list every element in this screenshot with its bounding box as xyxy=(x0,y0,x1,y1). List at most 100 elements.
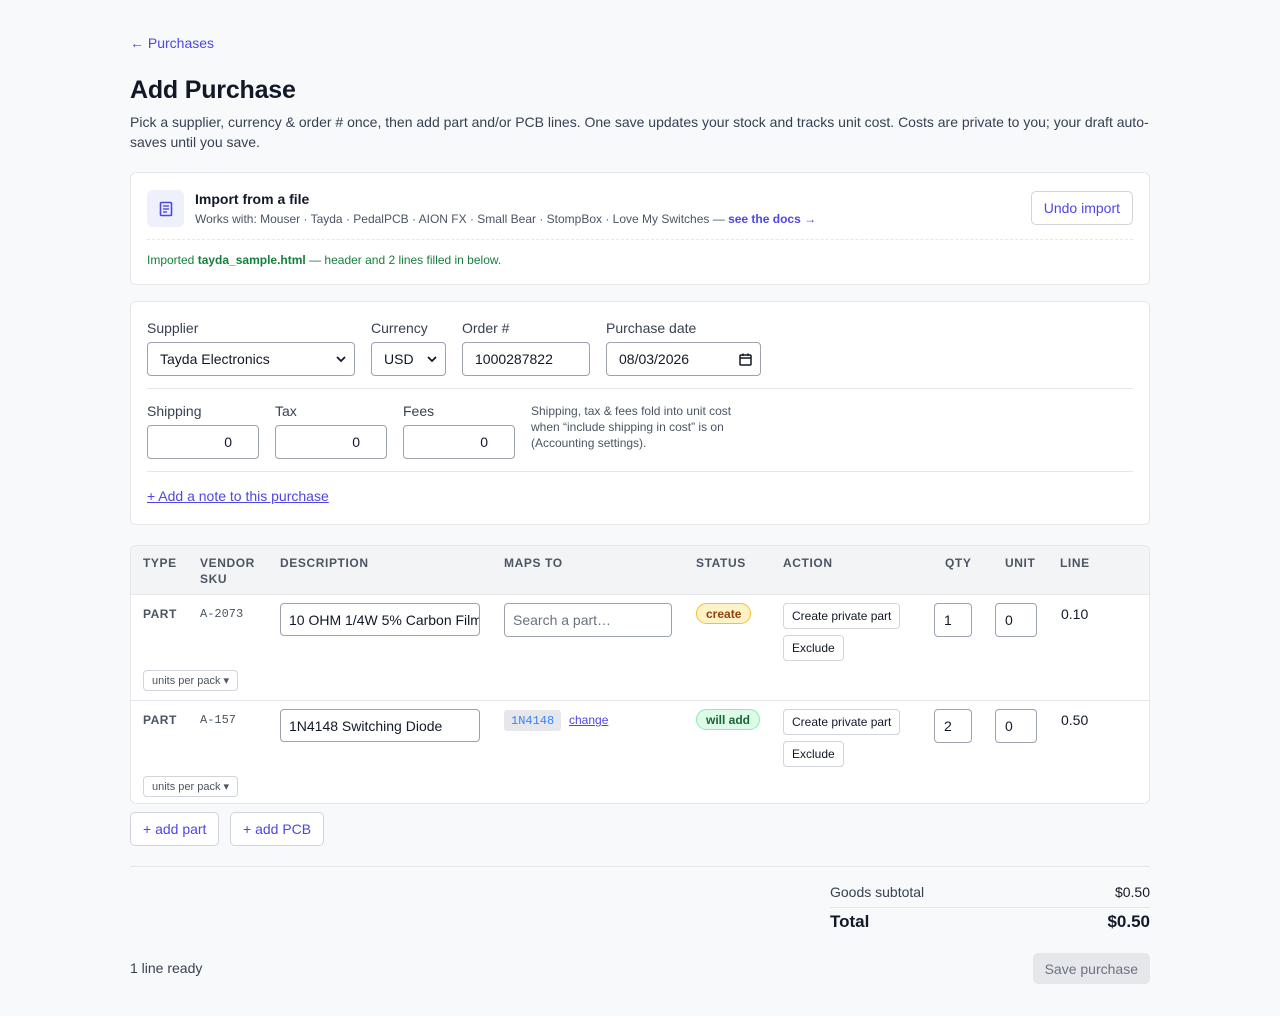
add-note-link[interactable]: + Add a note to this purchase xyxy=(147,488,329,504)
page-intro: Pick a supplier, currency & order # once… xyxy=(130,114,1149,150)
total-row: Total $0.50 xyxy=(830,912,1150,932)
purchase-header-form: Supplier Tayda Electronics Currency USD … xyxy=(130,301,1150,525)
qty-input[interactable]: 1 xyxy=(934,603,972,637)
goods-subtotal-row: Goods subtotal $0.50 xyxy=(830,884,1150,900)
save-purchase-button[interactable]: Save purchase xyxy=(1032,953,1150,984)
fees-label: Fees xyxy=(403,403,435,419)
units-per-pack-toggle[interactable]: units per pack ▾ xyxy=(143,670,239,691)
description-input[interactable]: 1N4148 Switching Diode xyxy=(280,709,480,742)
supplier-select[interactable]: Tayda Electronics xyxy=(147,342,355,376)
result-suffix: — header and 2 lines filled in below. xyxy=(305,253,502,267)
table-row: PART A-157 1N4148 Switching Diode 1N4148… xyxy=(131,700,1149,803)
column-type: TYPE xyxy=(143,556,177,570)
add-pcb-button[interactable]: + add PCB xyxy=(230,812,325,846)
imported-file-name: tayda_sample.html xyxy=(197,253,306,267)
import-title: Import from a file xyxy=(195,191,310,207)
qty-value: 1 xyxy=(944,612,952,628)
divider xyxy=(130,866,1150,867)
status-badge: create xyxy=(696,603,752,624)
import-works-with: Works with: Mouser · Tayda · PedalPCB · … xyxy=(195,212,816,226)
description-value: 1N4148 Switching Diode xyxy=(289,717,443,734)
line-type: PART xyxy=(143,607,177,621)
create-private-part-button[interactable]: Create private part xyxy=(783,603,901,629)
subtotal-value: $0.50 xyxy=(1114,884,1150,900)
exclude-button[interactable]: Exclude xyxy=(783,741,844,767)
subtotal-label: Goods subtotal xyxy=(830,884,925,900)
tax-value: 0 xyxy=(352,434,360,450)
column-action: ACTION xyxy=(783,556,833,570)
qty-value: 2 xyxy=(944,718,952,734)
shipping-input[interactable]: 0 xyxy=(147,425,259,459)
column-unit: UNIT xyxy=(1005,556,1036,570)
create-private-part-button[interactable]: Create private part xyxy=(783,709,901,735)
divider xyxy=(147,471,1133,472)
unit-cost-input[interactable]: 0 xyxy=(995,603,1037,637)
order-number-value: 1000287822 xyxy=(475,351,553,367)
change-mapping-link[interactable]: change xyxy=(569,713,608,727)
chevron-down-icon xyxy=(336,356,346,363)
docs-link[interactable]: see the docs → xyxy=(728,212,816,226)
tax-label: Tax xyxy=(275,403,297,419)
currency-label: Currency xyxy=(371,320,428,336)
undo-import-button[interactable]: Undo import xyxy=(1030,191,1133,225)
column-description: DESCRIPTION xyxy=(280,556,369,570)
part-search-input[interactable]: Search a part… xyxy=(504,603,672,637)
line-type: PART xyxy=(143,713,177,727)
unit-cost-input[interactable]: 0 xyxy=(995,709,1037,743)
result-prefix: Imported xyxy=(147,253,198,267)
currency-value: USD xyxy=(384,351,414,367)
fees-value: 0 xyxy=(480,434,488,450)
back-link[interactable]: ← Purchases xyxy=(130,35,214,51)
total-value: $0.50 xyxy=(1107,912,1150,931)
calendar-icon[interactable] xyxy=(739,353,752,366)
vendor-sku: A-2073 xyxy=(200,607,244,621)
currency-select[interactable]: USD xyxy=(371,342,446,376)
date-label: Purchase date xyxy=(606,320,697,336)
import-card: Import from a file Works with: Mouser · … xyxy=(130,172,1150,285)
works-with-text: Works with: Mouser · Tayda · PedalPCB · … xyxy=(195,212,729,226)
shipping-value: 0 xyxy=(224,434,232,450)
line-total: 0.10 xyxy=(1061,606,1089,622)
add-part-button[interactable]: + add part xyxy=(130,812,220,846)
page: ← Purchases Add Purchase Pick a supplier… xyxy=(0,0,1280,1016)
ready-status: 1 line ready xyxy=(130,960,203,976)
exclude-button[interactable]: Exclude xyxy=(783,635,844,661)
part-search-placeholder: Search a part… xyxy=(513,612,612,628)
table-row: PART A-2073 10 OHM 1/4W 5% Carbon Film S… xyxy=(131,595,1149,700)
table-header: TYPE VENDOR SKU DESCRIPTION MAPS TO STAT… xyxy=(131,546,1149,595)
tax-input[interactable]: 0 xyxy=(275,425,387,459)
chevron-down-icon xyxy=(427,356,437,363)
column-status: STATUS xyxy=(696,556,746,570)
purchase-lines-table: TYPE VENDOR SKU DESCRIPTION MAPS TO STAT… xyxy=(130,545,1150,804)
column-qty: QTY xyxy=(945,556,972,570)
qty-input[interactable]: 2 xyxy=(934,709,972,743)
unit-cost-value: 0 xyxy=(1005,612,1013,628)
line-total: 0.50 xyxy=(1061,712,1089,728)
supplier-label: Supplier xyxy=(147,320,199,336)
order-number-input[interactable]: 1000287822 xyxy=(462,342,590,376)
purchase-date-input[interactable]: 08/03/2026 xyxy=(606,342,761,376)
total-label: Total xyxy=(830,912,870,931)
purchase-date-value: 08/03/2026 xyxy=(619,351,690,367)
column-line: LINE xyxy=(1060,556,1090,570)
order-label: Order # xyxy=(462,320,510,336)
fees-input[interactable]: 0 xyxy=(403,425,515,459)
cost-hint: Shipping, tax & fees fold into unit cost… xyxy=(531,404,732,450)
shipping-label: Shipping xyxy=(147,403,202,419)
vendor-sku: A-157 xyxy=(200,713,237,727)
description-value: 10 OHM 1/4W 5% Carbon Film xyxy=(289,611,480,628)
column-vendor-sku: VENDOR SKU xyxy=(200,556,255,586)
divider xyxy=(147,388,1133,389)
divider xyxy=(830,907,1150,908)
mapped-part-tag: 1N4148 xyxy=(504,710,562,731)
column-maps-to: MAPS TO xyxy=(504,556,563,570)
import-result: Imported tayda_sample.html — header and … xyxy=(147,253,501,267)
description-input[interactable]: 10 OHM 1/4W 5% Carbon Film xyxy=(280,603,480,636)
page-title: Add Purchase xyxy=(130,76,296,104)
units-per-pack-toggle[interactable]: units per pack ▾ xyxy=(143,776,239,797)
unit-cost-value: 0 xyxy=(1005,718,1013,734)
supplier-value: Tayda Electronics xyxy=(160,351,270,367)
divider xyxy=(147,239,1133,240)
status-badge: will add xyxy=(696,709,761,730)
receipt-icon xyxy=(147,190,184,227)
